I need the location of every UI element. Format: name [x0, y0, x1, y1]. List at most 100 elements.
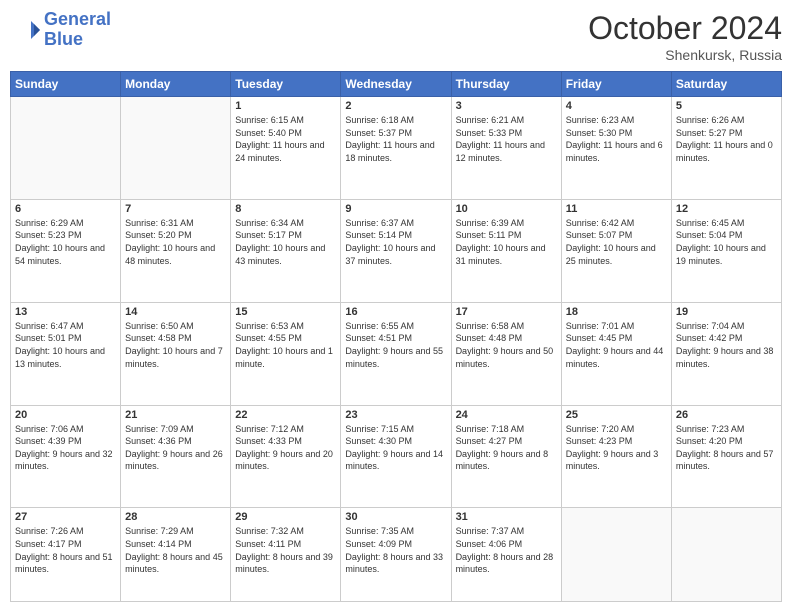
day-cell: 25Sunrise: 7:20 AM Sunset: 4:23 PM Dayli…	[561, 405, 671, 508]
day-cell: 12 Sunrise: 6:45 AM Sunset: 5:04 PM Dayli…	[671, 199, 781, 302]
day-number: 17	[456, 306, 557, 318]
day-number: 23	[345, 409, 446, 421]
header: General Blue October 2024 Shenkursk, Rus…	[10, 10, 782, 63]
calendar-header-row: SundayMondayTuesdayWednesdayThursdayFrid…	[11, 72, 782, 97]
day-number: 20	[15, 409, 116, 421]
location: Shenkursk, Russia	[588, 47, 782, 63]
day-cell: 2 Sunrise: 6:18 AM Sunset: 5:37 PM Daylig…	[341, 97, 451, 200]
day-number: 25	[566, 409, 667, 421]
day-cell: 1Sunrise: 6:15 AM Sunset: 5:40 PM Daylig…	[231, 97, 341, 200]
day-info: Sunrise: 6:23 AM Sunset: 5:30 PM Dayligh…	[566, 114, 667, 164]
logo-icon	[10, 15, 40, 45]
day-number: 30	[345, 511, 446, 523]
day-cell: 30 Sunrise: 7:35 AM Sunset: 4:09 PM Dayli…	[341, 508, 451, 602]
day-cell: 27 Sunrise: 7:26 AM Sunset: 4:17 PM Dayli…	[11, 508, 121, 602]
day-cell: 17 Sunrise: 6:58 AM Sunset: 4:48 PM Dayli…	[451, 302, 561, 405]
day-number: 15	[235, 306, 336, 318]
day-info: Sunrise: 7:09 AM Sunset: 4:36 PM Dayligh…	[125, 423, 226, 473]
day-number: 11	[566, 203, 667, 215]
day-info: Sunrise: 6:45 AM Sunset: 5:04 PM Dayligh…	[676, 217, 777, 267]
day-cell: 18 Sunrise: 7:01 AM Sunset: 4:45 PM Dayli…	[561, 302, 671, 405]
day-number: 7	[125, 203, 226, 215]
day-number: 10	[456, 203, 557, 215]
day-info: Sunrise: 7:26 AM Sunset: 4:17 PM Dayligh…	[15, 525, 116, 575]
day-number: 18	[566, 306, 667, 318]
day-number: 2	[345, 100, 446, 112]
day-info: Sunrise: 6:53 AM Sunset: 4:55 PM Dayligh…	[235, 320, 336, 370]
header-tuesday: Tuesday	[231, 72, 341, 97]
day-cell	[561, 508, 671, 602]
day-info: Sunrise: 7:04 AM Sunset: 4:42 PM Dayligh…	[676, 320, 777, 370]
day-cell: 22 Sunrise: 7:12 AM Sunset: 4:33 PM Dayli…	[231, 405, 341, 508]
day-number: 6	[15, 203, 116, 215]
day-info: Sunrise: 7:32 AM Sunset: 4:11 PM Dayligh…	[235, 525, 336, 575]
day-cell: 10 Sunrise: 6:39 AM Sunset: 5:11 PM Dayli…	[451, 199, 561, 302]
day-info: Sunrise: 7:37 AM Sunset: 4:06 PM Dayligh…	[456, 525, 557, 575]
day-cell: 6 Sunrise: 6:29 AM Sunset: 5:23 PM Daylig…	[11, 199, 121, 302]
day-info: Sunrise: 7:29 AM Sunset: 4:14 PM Dayligh…	[125, 525, 226, 575]
page: General Blue October 2024 Shenkursk, Rus…	[0, 0, 792, 612]
day-info: Sunrise: 6:55 AM Sunset: 4:51 PM Dayligh…	[345, 320, 446, 370]
day-info: Sunrise: 6:37 AM Sunset: 5:14 PM Dayligh…	[345, 217, 446, 267]
day-info: Sunrise: 6:18 AM Sunset: 5:37 PM Dayligh…	[345, 114, 446, 164]
day-cell: 16 Sunrise: 6:55 AM Sunset: 4:51 PM Dayli…	[341, 302, 451, 405]
header-saturday: Saturday	[671, 72, 781, 97]
day-cell: 20 Sunrise: 7:06 AM Sunset: 4:39 PM Dayli…	[11, 405, 121, 508]
day-info: Sunrise: 6:15 AM Sunset: 5:40 PM Dayligh…	[235, 114, 336, 164]
header-monday: Monday	[121, 72, 231, 97]
day-number: 12	[676, 203, 777, 215]
day-info: Sunrise: 6:34 AM Sunset: 5:17 PM Dayligh…	[235, 217, 336, 267]
week-row-1: 1Sunrise: 6:15 AM Sunset: 5:40 PM Daylig…	[11, 97, 782, 200]
day-cell: 13 Sunrise: 6:47 AM Sunset: 5:01 PM Dayli…	[11, 302, 121, 405]
day-number: 5	[676, 100, 777, 112]
day-cell: 14 Sunrise: 6:50 AM Sunset: 4:58 PM Dayli…	[121, 302, 231, 405]
day-number: 27	[15, 511, 116, 523]
header-friday: Friday	[561, 72, 671, 97]
day-info: Sunrise: 7:06 AM Sunset: 4:39 PM Dayligh…	[15, 423, 116, 473]
week-row-2: 6 Sunrise: 6:29 AM Sunset: 5:23 PM Daylig…	[11, 199, 782, 302]
day-info: Sunrise: 6:21 AM Sunset: 5:33 PM Dayligh…	[456, 114, 557, 164]
day-info: Sunrise: 7:12 AM Sunset: 4:33 PM Dayligh…	[235, 423, 336, 473]
day-cell: 5Sunrise: 6:26 AM Sunset: 5:27 PM Daylig…	[671, 97, 781, 200]
day-cell: 21Sunrise: 7:09 AM Sunset: 4:36 PM Dayli…	[121, 405, 231, 508]
day-number: 14	[125, 306, 226, 318]
day-cell: 4 Sunrise: 6:23 AM Sunset: 5:30 PM Daylig…	[561, 97, 671, 200]
day-info: Sunrise: 6:58 AM Sunset: 4:48 PM Dayligh…	[456, 320, 557, 370]
day-number: 28	[125, 511, 226, 523]
day-cell: 9 Sunrise: 6:37 AM Sunset: 5:14 PM Daylig…	[341, 199, 451, 302]
day-number: 29	[235, 511, 336, 523]
day-cell	[671, 508, 781, 602]
day-number: 22	[235, 409, 336, 421]
day-number: 9	[345, 203, 446, 215]
logo: General Blue	[10, 10, 111, 50]
day-cell: 19Sunrise: 7:04 AM Sunset: 4:42 PM Dayli…	[671, 302, 781, 405]
day-info: Sunrise: 6:31 AM Sunset: 5:20 PM Dayligh…	[125, 217, 226, 267]
day-info: Sunrise: 6:29 AM Sunset: 5:23 PM Dayligh…	[15, 217, 116, 267]
day-number: 31	[456, 511, 557, 523]
day-cell	[11, 97, 121, 200]
day-number: 16	[345, 306, 446, 318]
day-info: Sunrise: 6:42 AM Sunset: 5:07 PM Dayligh…	[566, 217, 667, 267]
day-info: Sunrise: 6:50 AM Sunset: 4:58 PM Dayligh…	[125, 320, 226, 370]
day-info: Sunrise: 7:23 AM Sunset: 4:20 PM Dayligh…	[676, 423, 777, 473]
week-row-4: 20 Sunrise: 7:06 AM Sunset: 4:39 PM Dayli…	[11, 405, 782, 508]
day-info: Sunrise: 6:47 AM Sunset: 5:01 PM Dayligh…	[15, 320, 116, 370]
day-info: Sunrise: 6:39 AM Sunset: 5:11 PM Dayligh…	[456, 217, 557, 267]
day-number: 26	[676, 409, 777, 421]
day-cell: 31 Sunrise: 7:37 AM Sunset: 4:06 PM Dayli…	[451, 508, 561, 602]
day-cell: 28 Sunrise: 7:29 AM Sunset: 4:14 PM Dayli…	[121, 508, 231, 602]
logo-text: General Blue	[44, 10, 111, 50]
header-sunday: Sunday	[11, 72, 121, 97]
day-info: Sunrise: 7:15 AM Sunset: 4:30 PM Dayligh…	[345, 423, 446, 473]
day-cell	[121, 97, 231, 200]
logo-line2: Blue	[44, 29, 83, 49]
day-info: Sunrise: 7:01 AM Sunset: 4:45 PM Dayligh…	[566, 320, 667, 370]
day-cell: 23 Sunrise: 7:15 AM Sunset: 4:30 PM Dayli…	[341, 405, 451, 508]
day-info: Sunrise: 7:35 AM Sunset: 4:09 PM Dayligh…	[345, 525, 446, 575]
day-cell: 26 Sunrise: 7:23 AM Sunset: 4:20 PM Dayli…	[671, 405, 781, 508]
day-number: 4	[566, 100, 667, 112]
day-cell: 3Sunrise: 6:21 AM Sunset: 5:33 PM Daylig…	[451, 97, 561, 200]
header-wednesday: Wednesday	[341, 72, 451, 97]
day-cell: 8Sunrise: 6:34 AM Sunset: 5:17 PM Daylig…	[231, 199, 341, 302]
day-number: 13	[15, 306, 116, 318]
